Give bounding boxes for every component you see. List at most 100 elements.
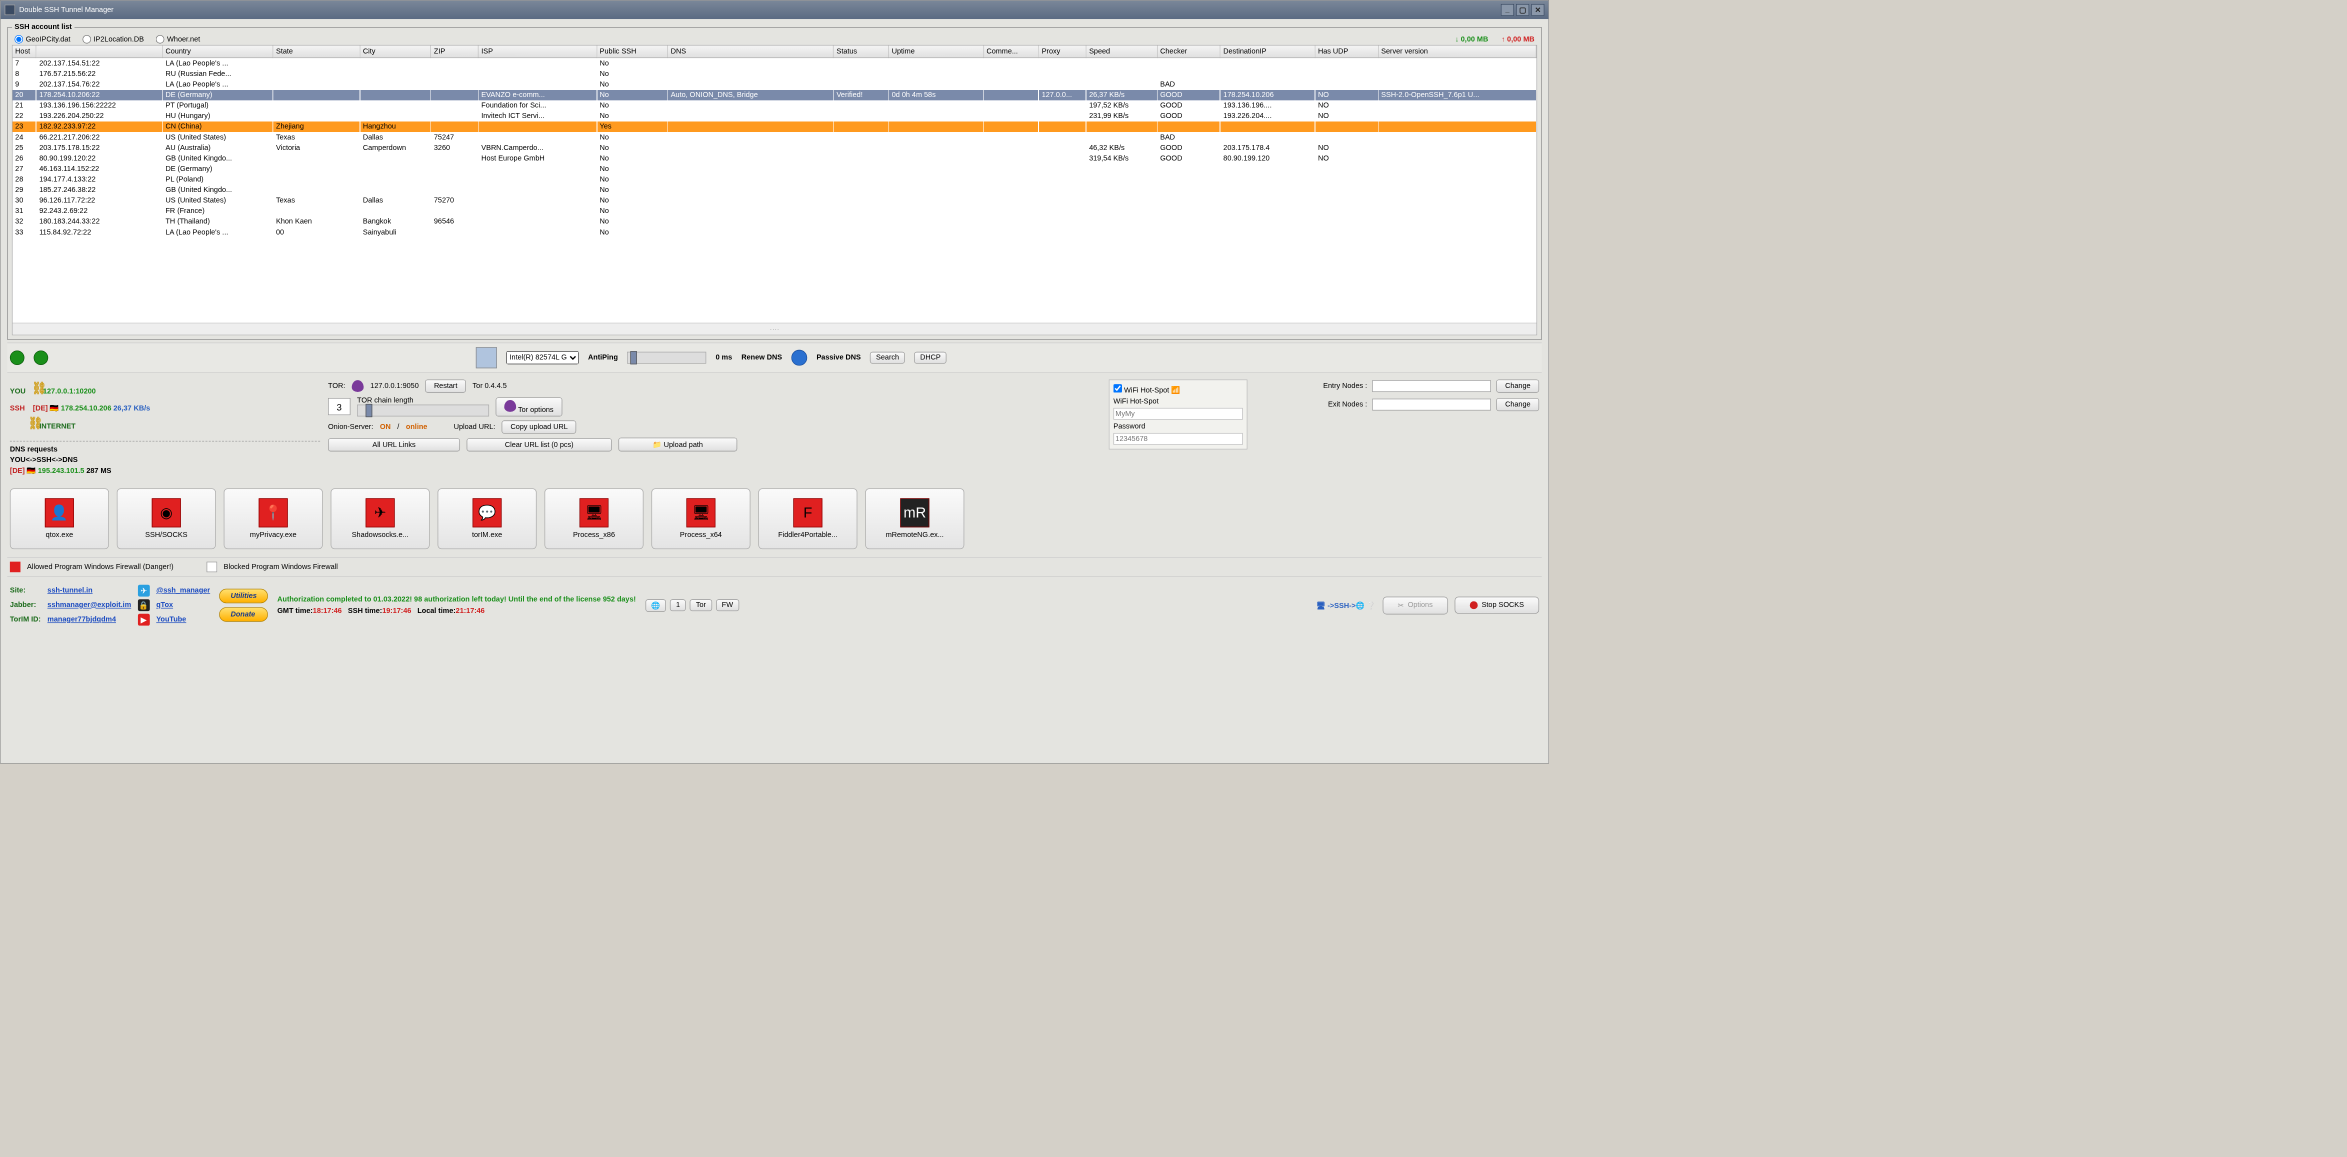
- table-row[interactable]: 2680.90.199.120:22GB (United Kingdo...Ho…: [13, 153, 1537, 164]
- telegram-icon: ✈: [138, 585, 150, 597]
- jabber-link[interactable]: sshmanager@exploit.im: [47, 601, 131, 609]
- table-row[interactable]: 3096.126.117.72:22US (United States)Texa…: [13, 195, 1537, 206]
- chain-icon: [28, 414, 37, 438]
- table-row[interactable]: 23182.92.233.97:22CN (China)ZhejiangHang…: [13, 121, 1537, 132]
- col-DNS[interactable]: DNS: [668, 46, 834, 58]
- torim-link[interactable]: manager77bjdqdm4: [47, 616, 131, 624]
- table-row[interactable]: 8176.57.215.56:22RU (Russian Fede...No: [13, 69, 1537, 80]
- launcher-Process_x86[interactable]: 🖥Process_x86: [545, 488, 644, 549]
- col-Uptime[interactable]: Uptime: [889, 46, 984, 58]
- entry-nodes-input[interactable]: [1372, 380, 1491, 392]
- launcher-icon: mR: [900, 498, 929, 527]
- exit-nodes-input[interactable]: [1372, 399, 1491, 411]
- ssh-table[interactable]: HostCountryStateCityZIPISPPublic SSHDNSS…: [12, 45, 1537, 335]
- table-row[interactable]: 29185.27.246.38:22GB (United Kingdo...No: [13, 185, 1537, 196]
- wifi-password-input[interactable]: [1113, 433, 1242, 445]
- download-icon: ↓: [1455, 35, 1459, 43]
- col-ISP[interactable]: ISP: [478, 46, 596, 58]
- launcher-qtox-exe[interactable]: 👤qtox.exe: [10, 488, 109, 549]
- wifi-name-input[interactable]: [1113, 408, 1242, 420]
- utilities-button[interactable]: Utilities: [219, 589, 268, 604]
- col-Checker[interactable]: Checker: [1157, 46, 1220, 58]
- nic-select[interactable]: Intel(R) 82574L G: [506, 351, 579, 364]
- footer: Site:ssh-tunnel.in✈@ssh_manager Jabber:s…: [7, 579, 1542, 630]
- wifi-hotspot-checkbox[interactable]: WiFi Hot-Spot 📶: [1113, 384, 1242, 395]
- launcher-Process_x64[interactable]: 🖥Process_x64: [651, 488, 750, 549]
- clear-url-list-button[interactable]: Clear URL list (0 pcs): [467, 438, 612, 451]
- copy-upload-url-button[interactable]: Copy upload URL: [502, 420, 576, 433]
- youtube-link[interactable]: YouTube: [156, 616, 210, 624]
- radio-ip2location[interactable]: IP2Location.DB: [82, 35, 144, 44]
- col-State[interactable]: State: [273, 46, 360, 58]
- col-Has UDP[interactable]: Has UDP: [1315, 46, 1378, 58]
- col-Host[interactable]: Host: [13, 46, 37, 58]
- globe-button[interactable]: 🌐: [645, 599, 666, 612]
- minimize-button[interactable]: _: [1501, 4, 1514, 16]
- options-button[interactable]: ✂ Options: [1382, 596, 1447, 614]
- table-row[interactable]: 7202.137.154.51:22LA (Lao People's ...No: [13, 58, 1537, 69]
- download-bandwidth: ↓ 0,00 MB: [1455, 35, 1488, 43]
- table-row[interactable]: 20178.254.10.206:22DE (Germany)EVANZO e-…: [13, 90, 1537, 101]
- tor-chain-length-value[interactable]: 3: [328, 398, 350, 415]
- qtox-link[interactable]: qTox: [156, 601, 210, 609]
- telegram-link[interactable]: @ssh_manager: [156, 587, 210, 595]
- launcher-Fiddler4Portable-[interactable]: FFiddler4Portable...: [758, 488, 857, 549]
- titlebar[interactable]: Double SSH Tunnel Manager _ ▢ ✕: [1, 1, 1549, 19]
- ssh-account-list-group: SSH account list GeoIPCity.dat IP2Locati…: [7, 23, 1542, 340]
- upload-icon: ↑: [1501, 35, 1505, 43]
- horizontal-scrollbar[interactable]: ····: [13, 323, 1537, 335]
- dhcp-button[interactable]: DHCP: [914, 352, 946, 364]
- launcher-myPrivacy-exe[interactable]: 📍myPrivacy.exe: [224, 488, 323, 549]
- donate-button[interactable]: Donate: [219, 607, 268, 622]
- firewall-blocked-icon: [207, 562, 218, 573]
- table-row[interactable]: 28194.177.4.133:22PL (Poland)No: [13, 174, 1537, 185]
- site-link[interactable]: ssh-tunnel.in: [47, 587, 131, 595]
- col-City[interactable]: City: [360, 46, 431, 58]
- entry-nodes-change-button[interactable]: Change: [1497, 380, 1540, 393]
- maximize-button[interactable]: ▢: [1516, 4, 1529, 16]
- launcher-mRemoteNG-ex-[interactable]: mRmRemoteNG.ex...: [865, 488, 964, 549]
- dns-icon[interactable]: [791, 350, 807, 366]
- antiping-slider[interactable]: [627, 352, 706, 364]
- table-row[interactable]: 25203.175.178.15:22AU (Australia)Victori…: [13, 143, 1537, 154]
- youtube-icon: ▶: [138, 614, 150, 626]
- tor-restart-button[interactable]: Restart: [425, 380, 466, 393]
- tor-chain-slider[interactable]: [357, 405, 489, 417]
- launcher-torIM-exe[interactable]: 💬torIM.exe: [438, 488, 537, 549]
- table-row[interactable]: 33115.84.92.72:22LA (Lao People's ...00S…: [13, 227, 1537, 238]
- table-row[interactable]: 2746.163.114.152:22DE (Germany)No: [13, 164, 1537, 175]
- tor-toggle-button[interactable]: Tor: [690, 599, 712, 611]
- table-row[interactable]: 9202.137.154.76:22LA (Lao People's ...No…: [13, 79, 1537, 90]
- table-row[interactable]: 22193.226.204.250:22HU (Hungary)Invitech…: [13, 111, 1537, 122]
- radio-geoipcity[interactable]: GeoIPCity.dat: [15, 35, 71, 44]
- table-row[interactable]: 21193.136.196.156:22222PT (Portugal)Foun…: [13, 100, 1537, 111]
- col-DestinationIP[interactable]: DestinationIP: [1220, 46, 1315, 58]
- table-row[interactable]: 3192.243.2.69:22FR (France)No: [13, 206, 1537, 217]
- col-Public SSH[interactable]: Public SSH: [597, 46, 668, 58]
- search-button[interactable]: Search: [870, 352, 905, 364]
- one-button[interactable]: 1: [670, 599, 686, 611]
- fw-toggle-button[interactable]: FW: [716, 599, 739, 611]
- stop-socks-button[interactable]: Stop SOCKS: [1455, 597, 1540, 614]
- upload-path-button[interactable]: 📁 Upload path: [618, 438, 737, 452]
- launcher-Shadowsocks-e-[interactable]: ✈Shadowsocks.e...: [331, 488, 430, 549]
- close-button[interactable]: ✕: [1531, 4, 1544, 16]
- col-Comme...[interactable]: Comme...: [983, 46, 1038, 58]
- col-Speed[interactable]: Speed: [1086, 46, 1157, 58]
- exit-nodes-change-button[interactable]: Change: [1497, 398, 1540, 411]
- status-led-2[interactable]: [34, 350, 49, 365]
- table-row[interactable]: 32180.183.244.33:22TH (Thailand)Khon Kae…: [13, 216, 1537, 227]
- radio-whoer[interactable]: Whoer.net: [156, 35, 200, 44]
- col-Server version[interactable]: Server version: [1378, 46, 1536, 58]
- col-Proxy[interactable]: Proxy: [1039, 46, 1086, 58]
- col-Status[interactable]: Status: [834, 46, 889, 58]
- launcher-SSH-SOCKS[interactable]: ◉SSH/SOCKS: [117, 488, 216, 549]
- col-ZIP[interactable]: ZIP: [431, 46, 478, 58]
- col-num[interactable]: [36, 46, 162, 58]
- table-row[interactable]: 2466.221.217.206:22US (United States)Tex…: [13, 132, 1537, 143]
- launcher-icon: 🖥: [686, 498, 715, 527]
- col-Country[interactable]: Country: [163, 46, 274, 58]
- all-url-links-button[interactable]: All URL Links: [328, 438, 460, 451]
- tor-options-button[interactable]: Tor options: [496, 397, 562, 416]
- status-led-1[interactable]: [10, 350, 25, 365]
